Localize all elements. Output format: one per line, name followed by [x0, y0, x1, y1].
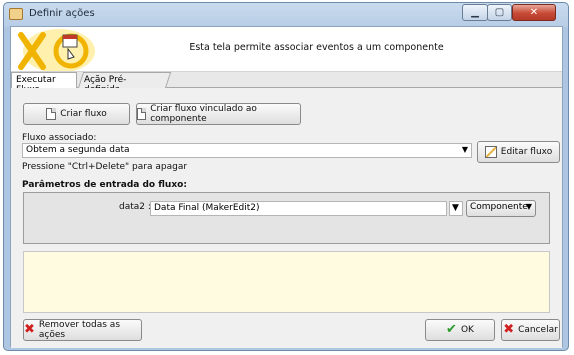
title-bar: Definir ações ▁ ▢ ✕	[4, 3, 568, 25]
document-icon	[46, 108, 57, 120]
source-select[interactable]: Componente ▼	[466, 200, 536, 217]
source-value: Componente	[470, 202, 528, 212]
check-icon: ✔	[446, 322, 457, 337]
tab-bar: Executar Fluxo Ação Pré-definida	[11, 72, 562, 95]
maximize-button[interactable]: ▢	[487, 4, 512, 21]
create-linked-flow-button[interactable]: Criar fluxo vinculado ao componente	[136, 103, 301, 125]
info-area	[23, 251, 550, 313]
flow-select[interactable]: Obtem a segunda data ▼	[22, 143, 472, 158]
cancel-label: Cancelar	[518, 325, 558, 335]
header-banner: Esta tela permite associar eventos a um …	[11, 27, 562, 72]
param-dropdown-button[interactable]: ▼	[449, 201, 463, 216]
cancel-button[interactable]: ✖ Cancelar	[501, 319, 560, 341]
ok-button[interactable]: ✔ OK	[425, 319, 495, 341]
window-title: Definir ações	[29, 8, 95, 19]
document-icon	[137, 108, 147, 120]
tab-acao-pre-definida[interactable]: Ação Pré-definida	[78, 72, 172, 95]
edit-flow-button[interactable]: Editar fluxo	[477, 141, 560, 163]
param-value: Data Final (MakerEdit2)	[154, 203, 260, 213]
dialog-window: Definir ações ▁ ▢ ✕ Esta tela permite as…	[3, 2, 569, 351]
minimize-button[interactable]: ▁	[462, 4, 488, 21]
ok-label: OK	[460, 325, 474, 335]
chevron-down-icon: ▼	[452, 203, 459, 213]
chevron-down-icon: ▼	[525, 202, 532, 211]
create-flow-label: Criar fluxo	[60, 109, 107, 119]
create-flow-button[interactable]: Criar fluxo	[23, 103, 130, 125]
edit-icon	[484, 146, 497, 158]
tab-panel: Criar fluxo Criar fluxo vinculado ao com…	[11, 88, 562, 348]
close-icon: ✖	[503, 322, 515, 337]
chevron-down-icon[interactable]: ▼	[462, 145, 468, 154]
remove-all-label: Remover todas as ações	[38, 320, 121, 340]
dialog-client: Esta tela permite associar eventos a um …	[10, 26, 563, 348]
param-label: data2 :	[119, 202, 151, 212]
tab-executar-fluxo[interactable]: Executar Fluxo	[11, 72, 77, 95]
create-linked-flow-label: Criar fluxo vinculado ao componente	[150, 104, 257, 124]
edit-flow-label: Editar fluxo	[500, 147, 553, 157]
params-group: data2 : Data Final (MakerEdit2) ▼ Compon…	[23, 192, 550, 244]
flow-label: Fluxo associado:	[22, 133, 97, 143]
delete-icon: ✖	[24, 322, 35, 337]
remove-all-actions-button[interactable]: ✖ Remover todas as ações	[23, 319, 142, 341]
flow-hint: Pressione "Ctrl+Delete" para apagar	[22, 162, 188, 172]
flow-select-value: Obtem a segunda data	[26, 145, 130, 155]
params-title: Parâmetros de entrada do fluxo:	[22, 180, 187, 190]
app-icon	[9, 8, 23, 20]
header-description: Esta tela permite associar eventos a um …	[189, 42, 444, 53]
close-button[interactable]: ✕	[512, 4, 556, 21]
param-value-field[interactable]: Data Final (MakerEdit2)	[150, 201, 447, 216]
